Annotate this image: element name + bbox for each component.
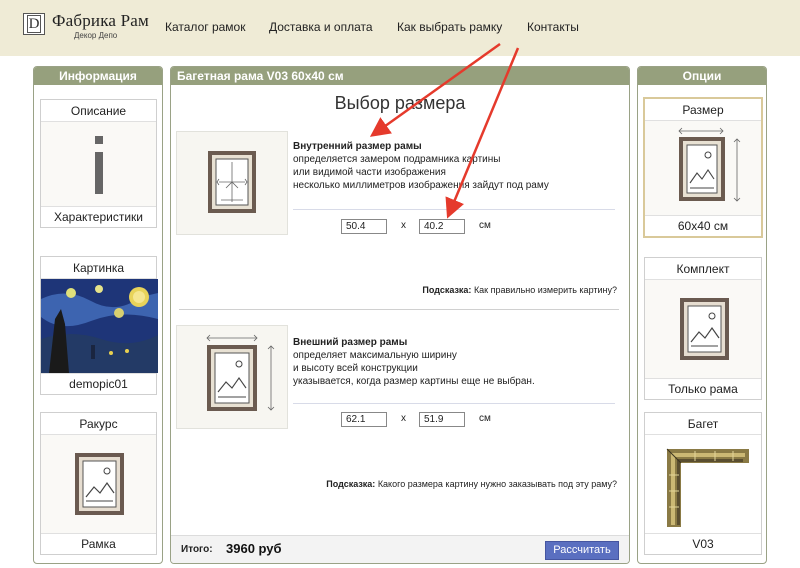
card-kit-head: Комплект <box>645 258 761 280</box>
card-description[interactable]: Описание Характеристики <box>40 99 157 228</box>
outer-size-hint[interactable]: Подсказка: Какого размера картину нужно … <box>326 479 617 489</box>
page-title: Выбор размера <box>334 93 466 113</box>
baguette-corner-image <box>645 435 761 533</box>
inner-hint-text: Как правильно измерить картину? <box>471 285 617 295</box>
nav-catalog[interactable]: Каталог рамок <box>165 20 245 34</box>
site-header: D Фабрика Рам Декор Депо Каталог рамок Д… <box>0 0 800 56</box>
size-panel-title: Багетная рама V03 60x40 см <box>171 67 629 85</box>
logo-letter: D <box>27 15 41 33</box>
outer-hint-label: Подсказка: <box>326 479 376 489</box>
starry-night-thumbnail <box>41 279 158 373</box>
nav-delivery[interactable]: Доставка и оплата <box>269 20 373 34</box>
nav-how-to-choose[interactable]: Как выбрать рамку <box>397 20 502 34</box>
inner-size-unit: см <box>479 220 491 231</box>
outer-size-divider <box>293 403 615 404</box>
outer-width-input[interactable] <box>341 412 387 427</box>
info-panel-title: Информация <box>34 67 162 85</box>
card-angle-foot: Рамка <box>41 533 156 554</box>
card-description-head: Описание <box>41 100 156 122</box>
inner-height-input[interactable] <box>419 219 465 234</box>
total-value: 3960 руб <box>226 541 282 556</box>
frame-picture-icon <box>645 280 761 378</box>
frame-picture-icon <box>41 435 156 533</box>
inner-width-input[interactable] <box>341 219 387 234</box>
outer-size-section: Внешний размер рамы определяет максималь… <box>171 325 629 495</box>
outer-size-unit: см <box>479 413 491 424</box>
card-size[interactable]: Размер 60x40 см <box>643 97 763 238</box>
options-panel-title: Опции <box>638 67 766 85</box>
card-angle-head: Ракурс <box>41 413 156 435</box>
info-icon <box>41 122 156 206</box>
size-frame-icon <box>645 121 761 215</box>
total-label: Итого: <box>181 544 213 555</box>
inner-size-section: Внутренний размер рамы определяется заме… <box>171 131 629 301</box>
card-size-head: Размер <box>645 99 761 121</box>
outer-size-desc-1: определяет максимальную ширину <box>293 350 457 361</box>
brand-subtitle: Декор Депо <box>74 31 118 40</box>
card-kit-foot: Только рама <box>645 378 761 399</box>
outer-hint-text: Какого размера картину нужно заказывать … <box>375 479 617 489</box>
calculate-button[interactable]: Рассчитать <box>545 541 619 560</box>
inner-size-x: x <box>401 220 406 231</box>
inner-size-title: Внутренний размер рамы <box>293 141 422 152</box>
brand-name[interactable]: Фабрика Рам <box>52 11 149 31</box>
outer-size-frame-icon <box>176 325 288 429</box>
card-description-foot: Характеристики <box>41 206 156 227</box>
inner-size-desc-3: несколько миллиметров изображения зайдут… <box>293 180 549 191</box>
card-kit[interactable]: Комплект Только рама <box>644 257 762 400</box>
card-size-foot: 60x40 см <box>645 215 761 236</box>
section-divider <box>179 309 619 310</box>
info-panel: Информация Описание Характеристики Карти… <box>33 66 163 564</box>
card-baguette-head: Багет <box>645 413 761 435</box>
total-bar: Итого: 3960 руб Рассчитать <box>171 535 629 563</box>
outer-size-desc-2: и высоту всей конструкции <box>293 363 418 374</box>
outer-size-desc-3: указывается, когда размер картины еще не… <box>293 376 535 387</box>
card-baguette[interactable]: Багет V03 <box>644 412 762 555</box>
card-baguette-foot: V03 <box>645 533 761 554</box>
logo-icon[interactable]: D <box>23 13 45 35</box>
inner-size-desc-1: определяется замером подрамника картины <box>293 154 501 165</box>
size-panel: Багетная рама V03 60x40 см Выбор размера… <box>170 66 630 564</box>
inner-size-frame-icon <box>176 131 288 235</box>
inner-hint-label: Подсказка: <box>422 285 472 295</box>
outer-height-input[interactable] <box>419 412 465 427</box>
card-picture-head: Картинка <box>41 257 156 279</box>
card-angle[interactable]: Ракурс Рамка <box>40 412 157 555</box>
card-picture-foot: demopic01 <box>41 373 156 394</box>
nav-contacts[interactable]: Контакты <box>527 20 579 34</box>
inner-size-desc-2: или видимой части изображения <box>293 167 446 178</box>
inner-size-divider <box>293 209 615 210</box>
outer-size-x: x <box>401 413 406 424</box>
options-panel: Опции Размер 60x40 см Комплект Только ра… <box>637 66 767 564</box>
inner-size-hint[interactable]: Подсказка: Как правильно измерить картин… <box>422 285 617 295</box>
outer-size-title: Внешний размер рамы <box>293 337 408 348</box>
card-picture[interactable]: Картинка demopic01 <box>40 256 158 395</box>
